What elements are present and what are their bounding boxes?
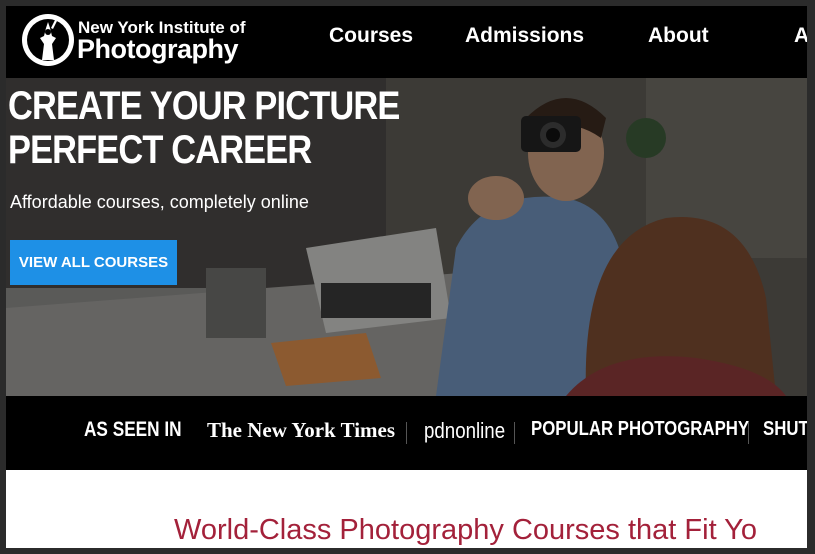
courses-intro-section: World-Class Photography Courses that Fit… — [6, 470, 807, 548]
press-logo-shutterbug: SHUT — [763, 418, 807, 440]
site-logo[interactable]: New York Institute of Photography — [22, 14, 262, 68]
nav-item-about[interactable]: About — [648, 24, 709, 48]
hero-subtitle: Affordable courses, completely online — [10, 192, 309, 212]
top-navigation-bar: New York Institute of Photography Course… — [6, 6, 807, 78]
as-seen-in-bar: AS SEEN IN The New York Times pdnonline … — [6, 396, 807, 470]
press-divider — [514, 422, 515, 444]
as-seen-in-label: AS SEEN IN — [84, 418, 182, 441]
hero-banner: CREATE YOUR PICTURE PERFECT CAREER Affor… — [6, 78, 807, 396]
press-divider — [406, 422, 407, 444]
press-divider — [748, 422, 749, 444]
nav-item-admissions[interactable]: Admissions — [465, 24, 584, 48]
statue-of-liberty-icon — [22, 14, 74, 66]
browser-frame: New York Institute of Photography Course… — [0, 0, 815, 554]
press-logo-pdnonline: pdnonline — [424, 418, 506, 443]
hero-title: CREATE YOUR PICTURE PERFECT CAREER — [8, 84, 400, 172]
nav-item-truncated[interactable]: A — [794, 24, 807, 48]
press-logo-popular-photography: POPULAR PHOTOGRAPHY — [531, 418, 750, 440]
section-heading: World-Class Photography Courses that Fit… — [174, 514, 757, 546]
hero-title-line2: PERFECT CAREER — [8, 128, 312, 172]
hero-title-line1: CREATE YOUR PICTURE — [8, 84, 400, 128]
logo-text-line2: Photography — [77, 34, 239, 64]
page-viewport: New York Institute of Photography Course… — [6, 6, 807, 548]
nav-item-courses[interactable]: Courses — [329, 24, 413, 48]
view-all-courses-button[interactable]: VIEW ALL COURSES — [10, 240, 177, 285]
press-logo-nytimes: The New York Times — [207, 418, 396, 442]
